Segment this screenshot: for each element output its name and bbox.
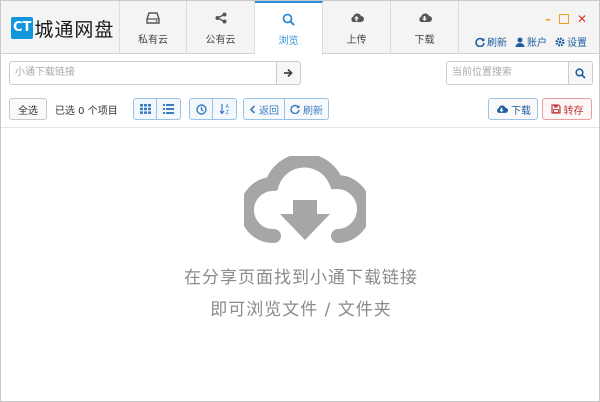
settings-action[interactable]: 设置 — [555, 34, 587, 49]
settings-label: 设置 — [567, 38, 587, 49]
tab-browse[interactable]: 浏览 — [255, 1, 323, 55]
title-bar: CT 城通网盘 私有云 公有云 浏览 上传 下载 – ✕ 刷新 账户 设置 — [1, 1, 599, 55]
refresh-action[interactable]: 刷新 — [475, 34, 507, 49]
search-icon — [282, 11, 295, 27]
sort-by-time-button[interactable] — [189, 98, 213, 120]
selected-count: 已选 0 个项目 — [55, 106, 118, 117]
toolbar: 全选 已选 0 个项目 AZ 返回 刷新 下载 转存 — [9, 98, 593, 122]
download-link-input[interactable]: 小通下载链接 — [9, 61, 276, 85]
refresh-icon — [475, 37, 485, 47]
chevron-left-icon — [249, 104, 256, 114]
cloud-upload-icon — [349, 10, 364, 26]
refresh-label: 刷新 — [487, 38, 507, 49]
tab-label: 浏览 — [278, 36, 299, 47]
refresh-list-button[interactable]: 刷新 — [285, 98, 329, 120]
logo-text: 城通网盘 — [34, 18, 115, 41]
grid-icon — [139, 104, 151, 114]
clock-icon — [195, 103, 207, 115]
app-logo: CT 城通网盘 — [11, 15, 114, 41]
logo-badge: CT — [11, 17, 34, 39]
refresh-icon — [290, 104, 300, 114]
download-button[interactable]: 下载 — [488, 98, 538, 120]
tab-label: 私有云 — [138, 34, 168, 46]
back-button[interactable]: 返回 — [243, 98, 285, 120]
cloud-download-icon — [244, 156, 366, 243]
window-controls: – ✕ — [545, 13, 587, 25]
list-icon — [163, 104, 174, 114]
search-icon — [575, 67, 586, 79]
select-all-button[interactable]: 全选 — [9, 98, 47, 120]
cloud-download-icon — [417, 10, 432, 26]
account-label: 账户 — [527, 38, 547, 49]
grid-view-button[interactable] — [133, 98, 157, 120]
go-button[interactable] — [276, 61, 301, 85]
svg-text:Z: Z — [225, 110, 229, 115]
download-label: 下载 — [511, 105, 531, 117]
divider — [1, 127, 599, 128]
main-tabs: 私有云 公有云 浏览 上传 下载 — [119, 1, 459, 55]
save-to-drive-button[interactable]: 转存 — [542, 98, 592, 120]
sort-alpha-icon: AZ — [219, 104, 229, 115]
empty-state-message: 在分享页面找到小通下载链接 — [184, 268, 418, 288]
save-label: 转存 — [563, 105, 584, 117]
tab-upload[interactable]: 上传 — [323, 1, 391, 54]
view-mode-group — [133, 98, 181, 120]
share-icon — [215, 10, 227, 26]
search-button[interactable] — [568, 61, 593, 85]
account-action[interactable]: 账户 — [515, 34, 547, 49]
floppy-icon — [550, 104, 561, 114]
link-bar: 小通下载链接 当前位置搜索 — [9, 61, 593, 85]
arrow-right-icon — [284, 68, 293, 78]
location-search-input[interactable]: 当前位置搜索 — [446, 61, 568, 85]
gear-icon — [555, 37, 565, 46]
maximize-icon[interactable] — [558, 14, 569, 24]
header-actions: 刷新 账户 设置 — [475, 34, 587, 49]
sort-by-name-button[interactable]: AZ — [213, 98, 237, 120]
list-view-button[interactable] — [157, 98, 181, 120]
back-label: 返回 — [259, 105, 279, 117]
close-icon[interactable]: ✕ — [577, 13, 587, 25]
minimize-icon[interactable]: – — [545, 13, 551, 25]
tab-label: 上传 — [346, 34, 367, 46]
tab-label: 公有云 — [205, 34, 236, 46]
tab-label: 下载 — [414, 34, 435, 46]
empty-state-hint: 即可浏览文件 / 文件夹 — [210, 300, 392, 320]
user-icon — [515, 37, 525, 47]
drive-icon — [146, 10, 160, 26]
tab-public-cloud[interactable]: 公有云 — [187, 1, 255, 54]
tab-private-cloud[interactable]: 私有云 — [119, 1, 187, 54]
app-window: CT 城通网盘 私有云 公有云 浏览 上传 下载 – ✕ 刷新 账户 设置 小通… — [0, 0, 600, 402]
tab-download[interactable]: 下载 — [391, 1, 459, 54]
sort-group: AZ — [189, 98, 237, 120]
cloud-download-icon — [497, 105, 508, 113]
select-all-label: 全选 — [18, 105, 38, 117]
refresh-list-label: 刷新 — [303, 105, 323, 117]
